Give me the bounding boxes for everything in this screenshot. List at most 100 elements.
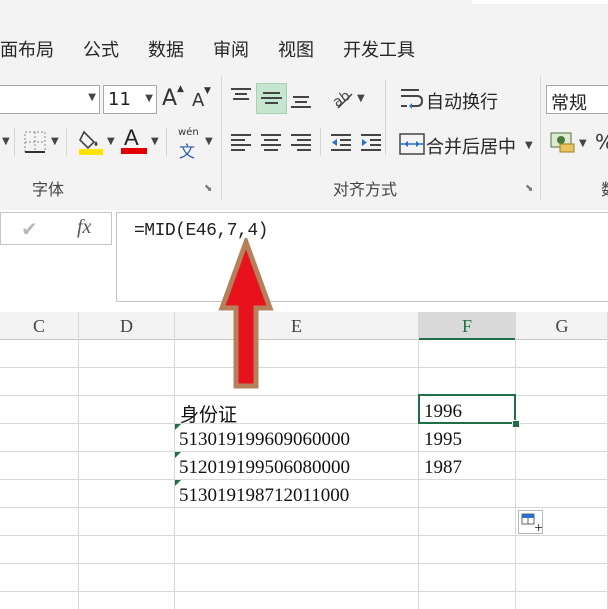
align-top-icon[interactable] [229, 86, 253, 110]
formula-input[interactable]: =MID(E46,7,4) [116, 212, 608, 302]
grid-line [0, 563, 608, 564]
insert-function-icon[interactable]: fx [77, 216, 91, 239]
tab-data[interactable]: 数据 [148, 36, 184, 62]
divider [221, 76, 222, 200]
svg-text:ab: ab [330, 88, 354, 110]
align-left-icon[interactable] [229, 131, 253, 155]
divider [66, 128, 67, 156]
phonetic-guide-icon[interactable]: wén 文 [176, 127, 202, 161]
red-arrow-annotation [218, 238, 274, 389]
wrap-text-icon[interactable] [399, 86, 425, 112]
increase-font-letter: A [162, 86, 178, 111]
dialog-launcher-icon[interactable]: ⬊ [525, 183, 533, 194]
tab-page-layout[interactable]: 面布局 [0, 36, 54, 62]
merge-center-label[interactable]: 合并后居中 [426, 133, 516, 159]
grid-line [174, 312, 175, 609]
decrease-font-icon[interactable]: A ▼ [192, 86, 214, 116]
auto-fill-options-icon[interactable]: + [518, 510, 543, 534]
chevron-down-icon[interactable]: ▼ [357, 93, 365, 104]
chevron-down-icon[interactable]: ▼ [145, 93, 153, 104]
accounting-format-icon[interactable] [550, 130, 576, 154]
grid-line [0, 367, 608, 368]
align-center-icon[interactable] [259, 131, 283, 155]
divider [320, 128, 321, 156]
error-indicator-icon[interactable] [175, 452, 181, 458]
font-color-swatch [121, 148, 147, 154]
font-size-box[interactable]: 11 ▼ [103, 85, 157, 114]
borders-icon[interactable] [24, 131, 46, 153]
svg-text:+: + [534, 521, 542, 533]
error-indicator-icon[interactable] [175, 424, 181, 430]
chevron-down-icon[interactable]: ▼ [151, 136, 159, 147]
divider [540, 76, 541, 200]
column-header-f[interactable]: F [419, 312, 515, 340]
align-right-icon[interactable] [289, 131, 313, 155]
phonetic-bottom: 文 [179, 142, 196, 161]
tab-review[interactable]: 审阅 [213, 36, 249, 62]
cell-f-year-1[interactable]: 1996 [424, 401, 462, 423]
decrease-indent-icon[interactable] [329, 131, 353, 155]
phonetic-top: wén [178, 127, 199, 138]
enter-check-icon[interactable]: ✔ [21, 217, 38, 241]
cell-e-header[interactable]: 身份证 [180, 400, 237, 427]
cell-f-year-3[interactable]: 1987 [424, 457, 462, 479]
ribbon-tabs: 面布局 公式 数据 审阅 视图 开发工具 [0, 0, 608, 68]
column-header-g[interactable]: G [516, 312, 608, 340]
chevron-down-icon[interactable]: ▼ [205, 136, 213, 147]
caret-down-icon: ▼ [204, 86, 211, 96]
grid-line [0, 395, 608, 396]
column-header-d[interactable]: D [79, 312, 174, 340]
font-size-value: 11 [108, 89, 131, 110]
grid-line [0, 591, 608, 592]
divider [385, 80, 386, 155]
error-indicator-icon[interactable] [175, 480, 181, 486]
tab-developer[interactable]: 开发工具 [343, 36, 415, 62]
sheet-gap [0, 305, 608, 312]
font-name-box[interactable]: ▼ [0, 85, 100, 114]
align-bottom-icon[interactable] [289, 86, 313, 110]
chevron-down-icon[interactable]: ▼ [2, 136, 10, 147]
grid-line [0, 507, 608, 508]
fill-color-icon[interactable] [78, 128, 104, 156]
cell-f-year-2[interactable]: 1995 [424, 429, 462, 451]
column-header-e[interactable]: E [175, 312, 418, 340]
grid-line [515, 312, 516, 609]
chevron-down-icon[interactable]: ▼ [107, 136, 115, 147]
percent-icon[interactable]: % [595, 130, 608, 154]
formula-buttons: ✔ fx [0, 212, 112, 245]
wrap-text-label[interactable]: 自动换行 [426, 88, 498, 114]
fill-handle[interactable] [512, 420, 520, 428]
cell-e-id-2[interactable]: 512019199506080000 [179, 457, 350, 479]
grid-line [0, 451, 608, 452]
chevron-down-icon[interactable]: ▼ [51, 136, 59, 147]
cell-e-id-3[interactable]: 513019198712011000 [179, 485, 349, 507]
merge-center-icon[interactable] [399, 131, 425, 157]
chevron-down-icon[interactable]: ▼ [525, 140, 533, 151]
decrease-font-letter: A [192, 90, 205, 111]
number-format-box[interactable]: 常规 [546, 85, 608, 114]
tab-view[interactable]: 视图 [278, 36, 314, 62]
increase-font-icon[interactable]: A ▲ [162, 84, 184, 112]
group-label-alignment: 对齐方式 [333, 180, 398, 199]
chevron-down-icon[interactable]: ▼ [88, 92, 96, 103]
dialog-launcher-icon[interactable]: ⬊ [204, 183, 212, 194]
grid-line [418, 312, 419, 609]
tab-formulas[interactable]: 公式 [83, 36, 119, 62]
group-label-number: 数 [601, 176, 608, 200]
title-strip [472, 0, 608, 4]
increase-indent-icon[interactable] [359, 131, 383, 155]
number-format-value: 常规 [551, 93, 587, 114]
grid-line [0, 535, 608, 536]
divider [14, 128, 15, 156]
align-middle-icon[interactable] [256, 83, 287, 114]
group-label-font: 字体 [32, 180, 65, 199]
caret-up-icon: ▲ [177, 84, 184, 94]
grid-line [78, 312, 79, 609]
grid-line [0, 479, 608, 480]
chevron-down-icon[interactable]: ▼ [579, 138, 587, 149]
font-color-icon[interactable]: A [121, 125, 147, 156]
divider [166, 128, 167, 156]
column-header-c[interactable]: C [0, 312, 78, 340]
cell-e-id-1[interactable]: 513019199609060000 [179, 429, 350, 451]
orientation-icon[interactable]: ab [330, 86, 356, 111]
